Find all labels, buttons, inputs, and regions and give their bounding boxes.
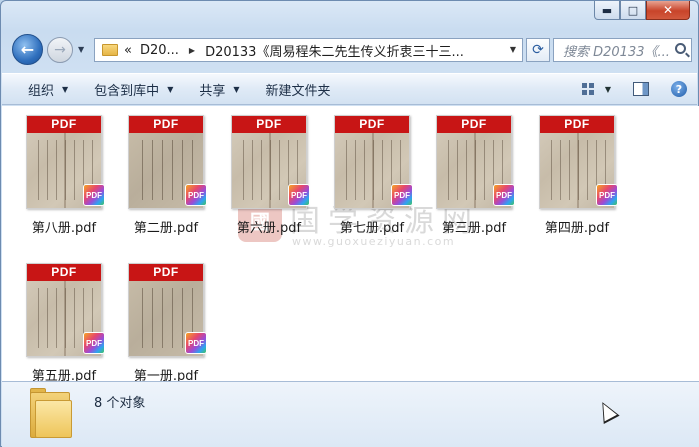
file-list-view: 國 国学资源网 www.guoxueziyuan.com PDF PDF 第八册… — [2, 106, 699, 381]
refresh-icon: ⟳ — [532, 42, 544, 58]
caption-buttons: ▬ □ ✕ — [594, 1, 690, 20]
organize-label: 组织 — [28, 83, 55, 99]
share-menu[interactable]: 共享 ▼ — [199, 80, 239, 99]
folder-icon — [102, 44, 118, 56]
file-item[interactable]: PDF PDF 第四册.pdf — [529, 110, 625, 236]
close-button[interactable]: ✕ — [646, 1, 690, 20]
search-input[interactable]: 搜索 D20133《... — [563, 41, 671, 60]
arrow-left-icon: ← — [20, 40, 35, 59]
refresh-button[interactable]: ⟳ — [526, 38, 550, 62]
pdf-band: PDF — [129, 116, 203, 133]
file-item[interactable]: PDF PDF 第五册.pdf — [16, 258, 112, 381]
breadcrumb: « D20... ▶ D20133《周易程朱二先生传义折衷三十三... — [124, 41, 464, 60]
pdf-app-icon: PDF — [185, 332, 207, 354]
navigation-bar: ← → ▼ « D20... ▶ D20133《周易程朱二先生传义折衷三十三..… — [9, 34, 692, 66]
file-item[interactable]: PDF PDF 第一册.pdf — [118, 258, 214, 381]
file-name: 第三册.pdf — [441, 221, 507, 236]
new-folder-button[interactable]: 新建文件夹 — [266, 80, 331, 99]
forward-button[interactable]: → — [47, 37, 73, 63]
preview-pane-icon[interactable] — [633, 82, 649, 96]
pdf-band: PDF — [129, 264, 203, 281]
file-name: 第七册.pdf — [339, 221, 405, 236]
breadcrumb-overflow[interactable]: « — [124, 43, 132, 58]
chevron-down-icon: ▼ — [233, 84, 240, 94]
new-folder-label: 新建文件夹 — [265, 83, 331, 99]
pdf-band: PDF — [540, 116, 614, 133]
organize-menu[interactable]: 组织 ▼ — [28, 80, 68, 99]
search-icon[interactable] — [675, 43, 686, 54]
folder-icon — [30, 388, 72, 438]
details-pane: 8 个对象 — [2, 381, 699, 447]
file-item[interactable]: PDF PDF 第二册.pdf — [118, 110, 214, 236]
chevron-down-icon: ▼ — [167, 84, 174, 94]
maximize-button[interactable]: □ — [620, 1, 646, 20]
file-item[interactable]: PDF PDF 第六册.pdf — [221, 110, 317, 236]
include-in-library-label: 包含到库中 — [94, 83, 160, 99]
chevron-right-icon[interactable]: ▶ — [189, 46, 195, 55]
file-name: 第一册.pdf — [133, 369, 199, 381]
pdf-band: PDF — [27, 264, 101, 281]
toolbar-right: ▼ ? — [581, 74, 697, 104]
pdf-band: PDF — [437, 116, 511, 133]
close-icon: ✕ — [662, 3, 674, 17]
arrow-right-icon: → — [54, 42, 66, 58]
minimize-icon: ▬ — [601, 3, 613, 17]
address-dropdown-icon[interactable]: ▼ — [510, 45, 516, 54]
pdf-app-icon: PDF — [185, 184, 207, 206]
pdf-band: PDF — [335, 116, 409, 133]
pdf-band: PDF — [232, 116, 306, 133]
breadcrumb-item-parent[interactable]: D20... — [140, 43, 179, 58]
pdf-app-icon: PDF — [391, 184, 413, 206]
file-item[interactable]: PDF PDF 第七册.pdf — [324, 110, 420, 236]
help-icon[interactable]: ? — [671, 81, 687, 97]
command-bar: 组织 ▼ 包含到库中 ▼ 共享 ▼ 新建文件夹 ▼ ? — [2, 73, 697, 105]
pdf-band: PDF — [27, 116, 101, 133]
address-bar[interactable]: « D20... ▶ D20133《周易程朱二先生传义折衷三十三... ▼ — [94, 38, 523, 62]
pdf-app-icon: PDF — [493, 184, 515, 206]
pdf-app-icon: PDF — [288, 184, 310, 206]
file-name: 第六册.pdf — [236, 221, 302, 236]
search-box[interactable]: 搜索 D20133《... — [553, 38, 692, 62]
pdf-app-icon: PDF — [83, 184, 105, 206]
item-count: 8 个对象 — [94, 396, 146, 411]
back-button[interactable]: ← — [12, 34, 43, 65]
explorer-window: ▬ □ ✕ ← → ▼ « D20... ▶ D20133《周易程朱二先生传义折… — [0, 0, 699, 447]
file-name: 第五册.pdf — [31, 369, 97, 381]
minimize-button[interactable]: ▬ — [594, 1, 620, 20]
pdf-app-icon: PDF — [596, 184, 618, 206]
maximize-icon: □ — [627, 3, 639, 17]
file-name: 第四册.pdf — [544, 221, 610, 236]
file-item[interactable]: PDF PDF 第八册.pdf — [16, 110, 112, 236]
breadcrumb-item-current[interactable]: D20133《周易程朱二先生传义折衷三十三... — [205, 41, 464, 60]
include-in-library-menu[interactable]: 包含到库中 ▼ — [94, 80, 173, 99]
file-name: 第八册.pdf — [31, 221, 97, 236]
chevron-down-icon: ▼ — [62, 84, 69, 94]
pdf-app-icon: PDF — [83, 332, 105, 354]
watermark-url: www.guoxueziyuan.com — [292, 235, 456, 248]
view-options-dropdown[interactable]: ▼ — [605, 85, 611, 94]
change-view-icon[interactable] — [581, 83, 596, 95]
recent-pages-dropdown[interactable]: ▼ — [78, 45, 84, 54]
file-name: 第二册.pdf — [133, 221, 199, 236]
file-item[interactable]: PDF PDF 第三册.pdf — [426, 110, 522, 236]
share-label: 共享 — [199, 83, 226, 99]
